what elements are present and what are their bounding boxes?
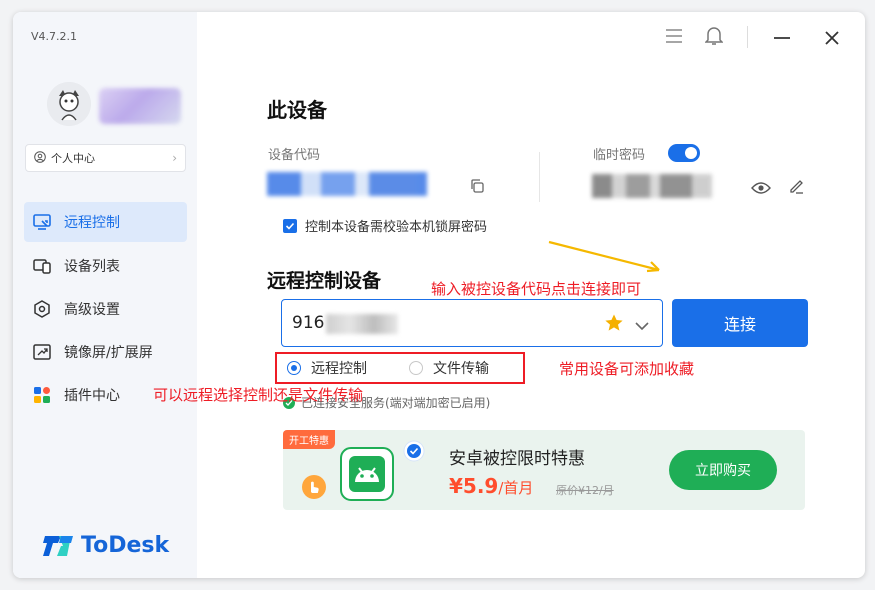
bell-icon[interactable] — [704, 26, 724, 50]
sidebar-item-label: 远程控制 — [64, 215, 120, 231]
avatar[interactable] — [47, 82, 91, 126]
version-label: V4.7.2.1 — [31, 30, 78, 43]
username-redacted — [99, 88, 181, 124]
checkbox-checked-icon — [283, 218, 297, 233]
buy-now-button[interactable]: 立即购买 — [669, 450, 777, 490]
sidebar-item-advanced-settings[interactable]: 高级设置 — [24, 289, 187, 329]
radio-remote-control[interactable] — [287, 361, 301, 375]
promo-original-price: 原价¥12/月 — [556, 484, 614, 497]
temp-password-toggle[interactable] — [668, 144, 700, 162]
temp-password-label: 临时密码 — [593, 148, 646, 163]
sidebar-item-mirror-screen[interactable]: 镜像屏/扩展屏 — [24, 332, 187, 372]
this-device-title: 此设备 — [267, 98, 327, 122]
connect-button[interactable]: 连接 — [672, 299, 808, 347]
todesk-logo-icon — [43, 536, 73, 556]
edit-icon[interactable] — [787, 177, 805, 199]
mirror-screen-icon — [32, 342, 52, 362]
sidebar: V4.7.2.1 个人中心 › 远程控制 设备列表 高级设置 镜像屏/扩展屏 插… — [13, 12, 197, 578]
menu-icon[interactable] — [665, 28, 683, 48]
sidebar-item-label: 高级设置 — [64, 302, 120, 318]
annotation-arrow — [548, 240, 660, 273]
lockscreen-checkbox[interactable]: 控制本设备需校验本机锁屏密码 — [283, 216, 487, 235]
copy-icon[interactable] — [469, 178, 485, 198]
radio-file-transfer[interactable] — [409, 361, 423, 375]
android-app-icon — [335, 442, 399, 510]
promo-price: ¥5.9/首月 — [449, 474, 533, 498]
remote-control-icon — [32, 212, 52, 232]
device-code-input-value: 916 — [292, 313, 325, 333]
device-list-icon — [32, 256, 52, 276]
promo-price-period: /首月 — [498, 479, 534, 497]
hand-pointer-icon — [301, 474, 327, 504]
promo-banner[interactable]: 开工特惠 安卓被控限时特惠 ¥5.9/首月 原价¥12/月 立即购买 — [283, 430, 805, 510]
sidebar-item-label: 设备列表 — [64, 259, 120, 275]
profile-center-label: 个人中心 — [51, 152, 95, 165]
close-icon[interactable] — [824, 30, 840, 50]
annotation-input-hint: 输入被控设备代码点击连接即可 — [431, 280, 642, 298]
input-value-redacted — [326, 314, 398, 334]
main-panel: 此设备 设备代码 临时密码 控制本设备需校验本机锁屏密码 远程控制设备 输入被控… — [197, 12, 865, 578]
plugin-icon — [32, 385, 52, 405]
user-icon — [34, 150, 46, 166]
sidebar-item-label: 插件中心 — [64, 388, 120, 404]
todesk-logo: ToDesk — [43, 532, 169, 558]
app-window: V4.7.2.1 个人中心 › 远程控制 设备列表 高级设置 镜像屏/扩展屏 插… — [13, 12, 865, 578]
promo-tag: 开工特惠 — [283, 430, 335, 449]
promo-price-value: ¥5.9 — [449, 474, 499, 498]
vertical-divider — [539, 152, 540, 202]
topbar-divider — [747, 26, 748, 48]
promo-title: 安卓被控限时特惠 — [449, 449, 585, 469]
minimize-icon[interactable] — [773, 30, 791, 49]
chevron-down-icon[interactable] — [634, 317, 650, 336]
lockscreen-checkbox-label: 控制本设备需校验本机锁屏密码 — [305, 220, 488, 235]
connection-mode-group: 远程控制 文件传输 — [275, 352, 525, 384]
device-code-label: 设备代码 — [268, 148, 321, 163]
profile-center-button[interactable]: 个人中心 › — [25, 144, 186, 172]
sidebar-item-label: 镜像屏/扩展屏 — [64, 345, 153, 361]
verified-badge-icon — [403, 440, 425, 466]
device-code-redacted — [267, 172, 427, 196]
radio-file-transfer-label[interactable]: 文件传输 — [433, 358, 489, 378]
eye-icon[interactable] — [751, 180, 771, 199]
star-icon[interactable] — [604, 313, 624, 337]
annotation-mode-hint: 可以远程选择控制还是文件传输 — [153, 386, 364, 404]
annotation-favorite-hint: 常用设备可添加收藏 — [559, 360, 695, 378]
temp-password-redacted — [592, 174, 712, 198]
sidebar-item-remote-control[interactable]: 远程控制 — [24, 202, 187, 242]
sidebar-item-device-list[interactable]: 设备列表 — [24, 246, 187, 286]
todesk-logo-text: ToDesk — [81, 532, 170, 558]
remote-control-title: 远程控制设备 — [267, 270, 382, 292]
device-code-input[interactable]: 916 — [281, 299, 663, 347]
chevron-right-icon: › — [172, 151, 177, 165]
settings-icon — [32, 299, 52, 319]
radio-remote-control-label[interactable]: 远程控制 — [311, 358, 367, 378]
